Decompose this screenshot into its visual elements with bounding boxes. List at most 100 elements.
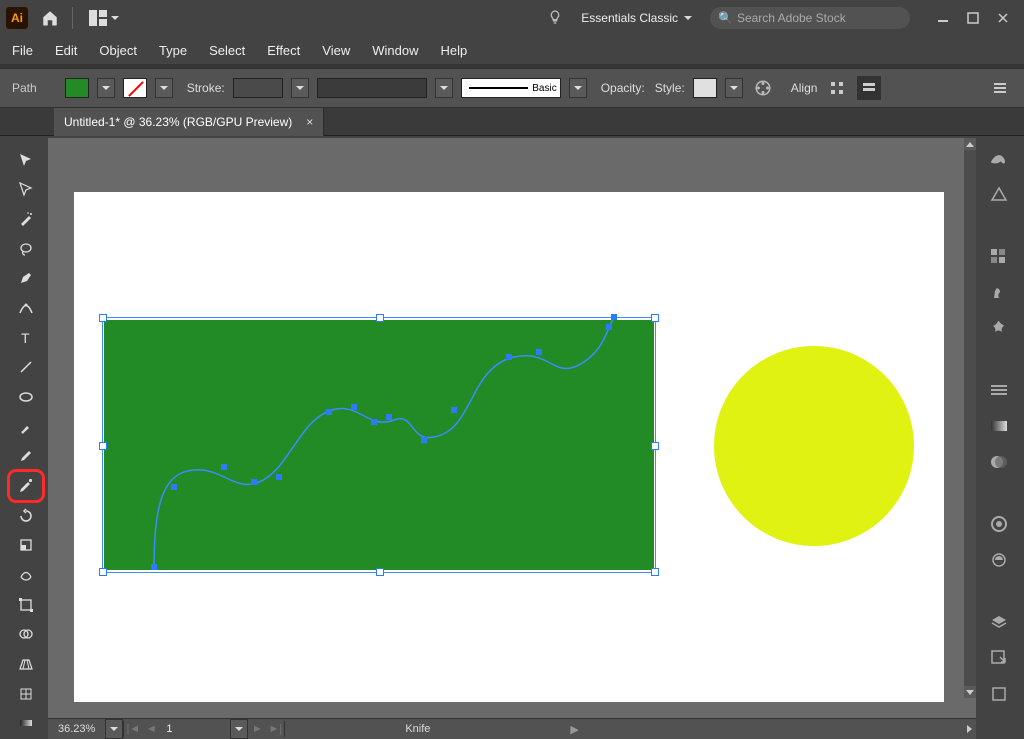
selection-handle[interactable] [651,568,659,576]
transform-panel-icon[interactable] [857,76,881,100]
artboard[interactable] [74,192,944,702]
pencil-tool[interactable] [12,445,40,469]
eyedropper-tool[interactable] [12,474,40,498]
scroll-up-button[interactable] [964,138,976,150]
ellipse-tool[interactable] [12,385,40,409]
style-dropdown[interactable] [725,78,743,98]
layers-panel-icon[interactable] [987,610,1011,634]
swatches-panel-icon[interactable] [987,244,1011,268]
scale-tool[interactable] [12,534,40,558]
width-tool[interactable] [12,563,40,587]
last-artboard-button[interactable]: ►| [266,723,284,735]
path-anchor-point[interactable] [506,354,512,360]
fill-dropdown[interactable] [97,78,115,98]
perspective-grid-tool[interactable] [12,652,40,676]
yellow-circle-shape[interactable] [714,346,914,546]
zoom-dropdown[interactable] [105,719,123,739]
brushes-panel-icon[interactable] [987,280,1011,304]
color-panel-icon[interactable] [987,146,1011,170]
artboard-dropdown[interactable] [230,719,248,739]
stroke-weight-dropdown[interactable] [291,78,309,98]
close-button[interactable] [988,7,1018,29]
selection-handle[interactable] [99,568,107,576]
path-anchor-point[interactable] [606,324,612,330]
prev-artboard-button[interactable]: ◄ [142,723,160,735]
path-anchor-point[interactable] [276,474,282,480]
menu-file[interactable]: File [12,43,33,58]
color-guide-panel-icon[interactable] [987,182,1011,206]
selection-bounding-box[interactable] [102,317,656,573]
selection-tool[interactable] [12,148,40,172]
menu-edit[interactable]: Edit [55,43,77,58]
gradient-tool[interactable] [12,711,40,735]
brush-dropdown[interactable] [569,78,587,98]
free-transform-tool[interactable] [12,593,40,617]
search-stock-input[interactable]: 🔍 Search Adobe Stock [710,7,910,29]
status-popup-button[interactable]: ▶ [570,723,578,736]
mesh-tool[interactable] [12,682,40,706]
variable-width-dropdown[interactable] [435,78,453,98]
asset-export-panel-icon[interactable] [987,646,1011,670]
path-anchor-point[interactable] [611,314,617,320]
align-label[interactable]: Align [791,81,818,95]
path-anchor-point[interactable] [326,409,332,415]
symbols-panel-icon[interactable] [987,316,1011,340]
recolor-artwork-icon[interactable] [751,76,775,100]
path-anchor-point[interactable] [421,437,427,443]
horizontal-scrollbar[interactable] [579,725,976,733]
scroll-down-button[interactable] [964,686,976,698]
control-menu-icon[interactable] [988,76,1012,100]
stroke-panel-icon[interactable] [987,378,1011,402]
selection-handle[interactable] [99,442,107,450]
close-tab-button[interactable]: × [306,115,313,129]
path-anchor-point[interactable] [451,407,457,413]
menu-window[interactable]: Window [372,43,418,58]
path-anchor-point[interactable] [251,479,257,485]
maximize-button[interactable] [958,7,988,29]
artboard-number-field[interactable]: 1 [160,723,230,735]
curvature-tool[interactable] [12,296,40,320]
path-anchor-point[interactable] [536,349,542,355]
vertical-scrollbar[interactable] [964,138,976,698]
appearance-panel-icon[interactable] [987,512,1011,536]
minimize-button[interactable] [928,7,958,29]
selection-handle[interactable] [376,314,384,322]
menu-help[interactable]: Help [440,43,467,58]
selection-handle[interactable] [651,442,659,450]
brush-definition[interactable]: Basic [461,78,561,98]
graphic-style-swatch[interactable] [693,78,717,98]
graphic-styles-panel-icon[interactable] [987,548,1011,572]
next-artboard-button[interactable]: ► [248,723,266,735]
path-anchor-point[interactable] [371,419,377,425]
paintbrush-tool[interactable] [12,415,40,439]
path-anchor-point[interactable] [351,404,357,410]
home-icon[interactable] [38,6,62,30]
selection-handle[interactable] [99,314,107,322]
discover-icon[interactable] [547,9,563,28]
lasso-tool[interactable] [12,237,40,261]
fill-swatch[interactable] [65,78,89,98]
shape-builder-tool[interactable] [12,623,40,647]
path-anchor-point[interactable] [171,484,177,490]
type-tool[interactable]: T [12,326,40,350]
variable-width-profile[interactable] [317,78,427,98]
document-tab[interactable]: Untitled-1* @ 36.23% (RGB/GPU Preview) × [54,108,324,136]
zoom-level-field[interactable]: 36.23% [48,723,105,735]
first-artboard-button[interactable]: |◄ [124,723,142,735]
path-anchor-point[interactable] [221,464,227,470]
pen-tool[interactable] [12,267,40,291]
menu-type[interactable]: Type [159,43,187,58]
direct-selection-tool[interactable] [12,178,40,202]
rotate-tool[interactable] [12,504,40,528]
selection-handle[interactable] [376,568,384,576]
path-anchor-point[interactable] [151,564,157,570]
stroke-dropdown[interactable] [155,78,173,98]
line-segment-tool[interactable] [12,356,40,380]
arrange-documents-button[interactable] [89,10,119,26]
stroke-swatch[interactable] [123,78,147,98]
workspace-switcher[interactable]: Essentials Classic [581,11,692,25]
path-anchor-point[interactable] [386,414,392,420]
artboards-panel-icon[interactable] [987,682,1011,706]
transparency-panel-icon[interactable] [987,450,1011,474]
menu-select[interactable]: Select [209,43,245,58]
